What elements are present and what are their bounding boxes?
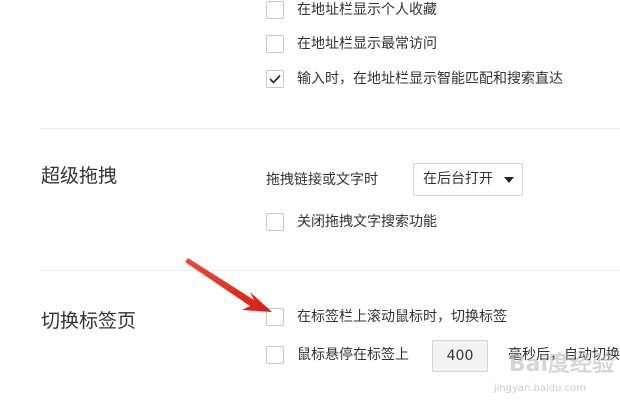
section-title-super-drag: 超级拖拽 [41, 165, 118, 187]
checkbox-disable-drag-search[interactable] [266, 213, 284, 231]
hover-delay-input[interactable]: 400 [432, 340, 488, 372]
label-show-favorites: 在地址栏显示个人收藏 [297, 2, 437, 18]
section-title-tab-switch: 切换标签页 [41, 310, 137, 332]
divider-top [40, 128, 620, 129]
checkbox-show-most-visited[interactable] [266, 35, 284, 53]
label-drag-link-text: 拖拽链接或文字时 [266, 172, 378, 188]
watermark-logo: Bai度经验 [508, 352, 614, 377]
label-smart-match: 输入时，在地址栏显示智能匹配和搜索直达 [297, 71, 563, 87]
label-hover-switch-tab: 鼠标悬停在标签上 [297, 347, 409, 363]
watermark-url: jingyan.baidu.com [493, 383, 586, 394]
label-show-most-visited: 在地址栏显示最常访问 [297, 36, 437, 52]
check-mark-icon [269, 74, 281, 84]
divider-middle [40, 270, 620, 271]
checkbox-hover-switch-tab[interactable] [266, 346, 284, 364]
label-disable-drag-search: 关闭拖拽文字搜索功能 [297, 214, 437, 230]
checkbox-smart-match[interactable] [266, 70, 284, 88]
settings-page: 在地址栏显示个人收藏 在地址栏显示最常访问 输入时，在地址栏显示智能匹配和搜索直… [0, 0, 620, 400]
drag-action-select-value: 在后台打开 [423, 171, 493, 187]
checkbox-show-favorites[interactable] [266, 1, 284, 19]
drag-action-select[interactable]: 在后台打开 [413, 163, 523, 196]
label-scroll-switch-tab: 在标签栏上滚动鼠标时，切换标签 [297, 309, 507, 325]
red-arrow-icon [185, 258, 272, 312]
chevron-down-icon [504, 177, 514, 183]
